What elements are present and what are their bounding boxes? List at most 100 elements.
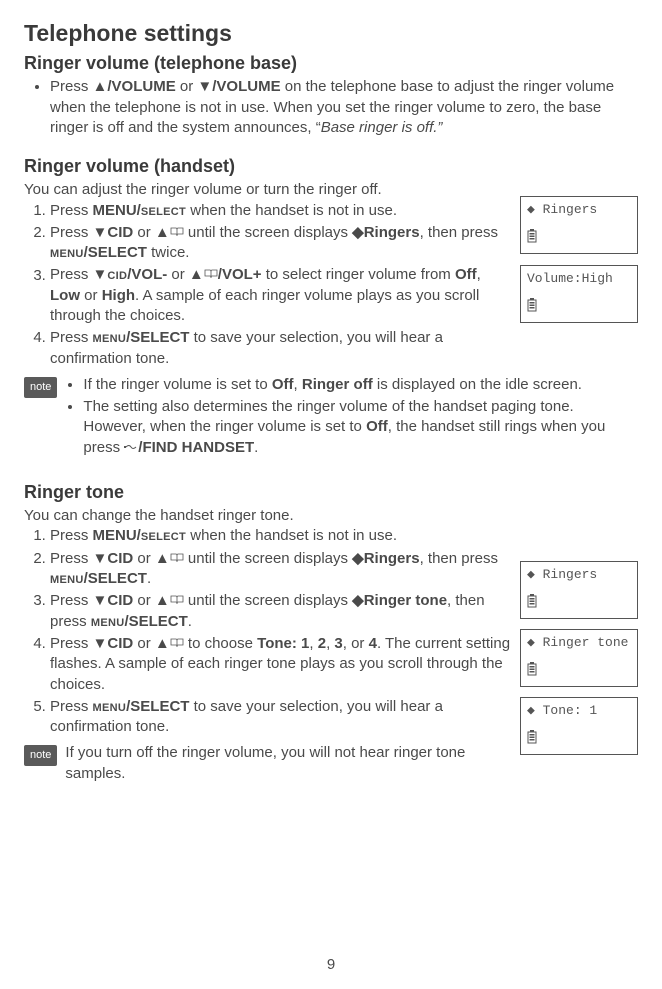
step: Press ▼CID or ▲ until the screen display… (50, 591, 514, 632)
text: . (147, 570, 151, 587)
option: Tone: 1 (257, 635, 309, 652)
note-content: If you turn off the ringer volume, you w… (65, 743, 514, 784)
text: Press (50, 592, 93, 609)
step: Press ▼CID or ▲ until the screen display… (50, 549, 514, 590)
text: Press (50, 224, 93, 241)
button-label: MENU/ (93, 527, 141, 544)
button-label: ▼CID (93, 592, 134, 609)
section-heading: Ringer tone (24, 480, 638, 504)
text: , then press (420, 550, 498, 567)
menu-item: ◆Ringers (352, 224, 419, 241)
lcd-line: ◆ Ringers (527, 566, 631, 584)
button-label: ▼CID (93, 635, 134, 652)
text: until the screen displays (184, 224, 352, 241)
battery-icon (527, 594, 537, 614)
button-label: /SELECT (124, 613, 187, 630)
note-badge: note (24, 745, 57, 766)
page-title: Telephone settings (24, 18, 638, 49)
phonebook-icon (170, 223, 184, 243)
text: Press (50, 635, 93, 652)
text: Press (50, 527, 93, 544)
text: or (133, 592, 155, 609)
button-label: select (141, 202, 186, 219)
lcd-ringer-tone: ◆ Ringer tone (520, 629, 638, 687)
button-label: ▼ (93, 267, 108, 284)
battery-icon (527, 229, 537, 249)
text: or (133, 635, 155, 652)
lcd-line: ◆ Ringer tone (527, 634, 631, 652)
text: or (167, 267, 189, 284)
text: . (254, 439, 258, 456)
step: Press menu/SELECT to save your selection… (50, 697, 514, 738)
step: Press MENU/select when the handset is no… (50, 201, 514, 221)
text: Press (50, 267, 93, 284)
option: Low (50, 287, 80, 304)
note-block: note If the ringer volume is set to Off,… (24, 375, 638, 460)
step: Press ▼CID or ▲ to choose Tone: 1, 2, 3,… (50, 634, 514, 695)
button-label: /SELECT (126, 698, 189, 715)
button-label: ▼/VOLUME (197, 78, 280, 95)
phonebook-icon (170, 591, 184, 611)
button-label: ▲ (155, 592, 170, 609)
button-label: /SELECT (84, 244, 147, 261)
option: Off (455, 267, 477, 284)
text: , or (343, 635, 369, 652)
button-label: menu (93, 329, 127, 346)
option: Off (272, 376, 294, 393)
phonebook-icon (170, 549, 184, 569)
text: or (133, 550, 155, 567)
button-label: menu (93, 698, 127, 715)
text: Press (50, 329, 93, 346)
battery-icon (527, 730, 537, 750)
lcd-ringers-2: ◆ Ringers (520, 561, 638, 619)
text: , (294, 376, 302, 393)
menu-item: ◆Ringers (352, 550, 419, 567)
section-heading: Ringer volume (handset) (24, 154, 638, 178)
button-label: MENU/ (93, 202, 141, 219)
text: when the handset is not in use. (186, 202, 397, 219)
text: until the screen displays (184, 592, 352, 609)
text: , (309, 635, 317, 652)
text: , (477, 267, 481, 284)
page-number: 9 (0, 955, 662, 975)
section2-steps: Press MENU/select when the handset is no… (24, 201, 514, 369)
text: , then press (420, 224, 498, 241)
option: Off (366, 418, 388, 435)
section2-intro: You can adjust the ringer volume or turn… (24, 180, 514, 200)
button-label: ▲ (155, 224, 170, 241)
button-label: ▼CID (93, 550, 134, 567)
note-block: note If you turn off the ringer volume, … (24, 743, 514, 784)
text: Press (50, 550, 93, 567)
text: Press (50, 78, 93, 95)
button-label: /SELECT (126, 329, 189, 346)
option: High (102, 287, 135, 304)
button-label: ▲ (189, 267, 204, 284)
option: 2 (318, 635, 326, 652)
step: Press MENU/select when the handset is no… (50, 526, 514, 546)
button-label: select (141, 527, 186, 544)
option: 4 (369, 635, 377, 652)
step: Press menu/SELECT to save your selection… (50, 328, 514, 369)
text: twice. (147, 244, 190, 261)
text: Press (50, 698, 93, 715)
button-label: menu (50, 570, 84, 587)
signal-icon (124, 438, 138, 458)
phonebook-icon (204, 265, 218, 285)
section3-steps: Press MENU/select when the handset is no… (24, 526, 514, 737)
option: 3 (334, 635, 342, 652)
button-label: menu (50, 244, 84, 261)
text: to choose (184, 635, 257, 652)
button-label: /SELECT (84, 570, 147, 587)
menu-item: ◆Ringer tone (352, 592, 447, 609)
note-bullet: If the ringer volume is set to Off, Ring… (83, 375, 638, 395)
note-bullet: The setting also determines the ringer v… (83, 397, 638, 458)
text: or (133, 224, 155, 241)
note-badge: note (24, 377, 57, 398)
button-label: /FIND HANDSET (138, 439, 254, 456)
battery-icon (527, 662, 537, 682)
text: Press (50, 202, 93, 219)
lcd-volume-high: Volume:High (520, 265, 638, 323)
button-label: /VOL- (127, 267, 167, 284)
section3-intro: You can change the handset ringer tone. (24, 506, 514, 526)
button-label: ▲ (155, 635, 170, 652)
